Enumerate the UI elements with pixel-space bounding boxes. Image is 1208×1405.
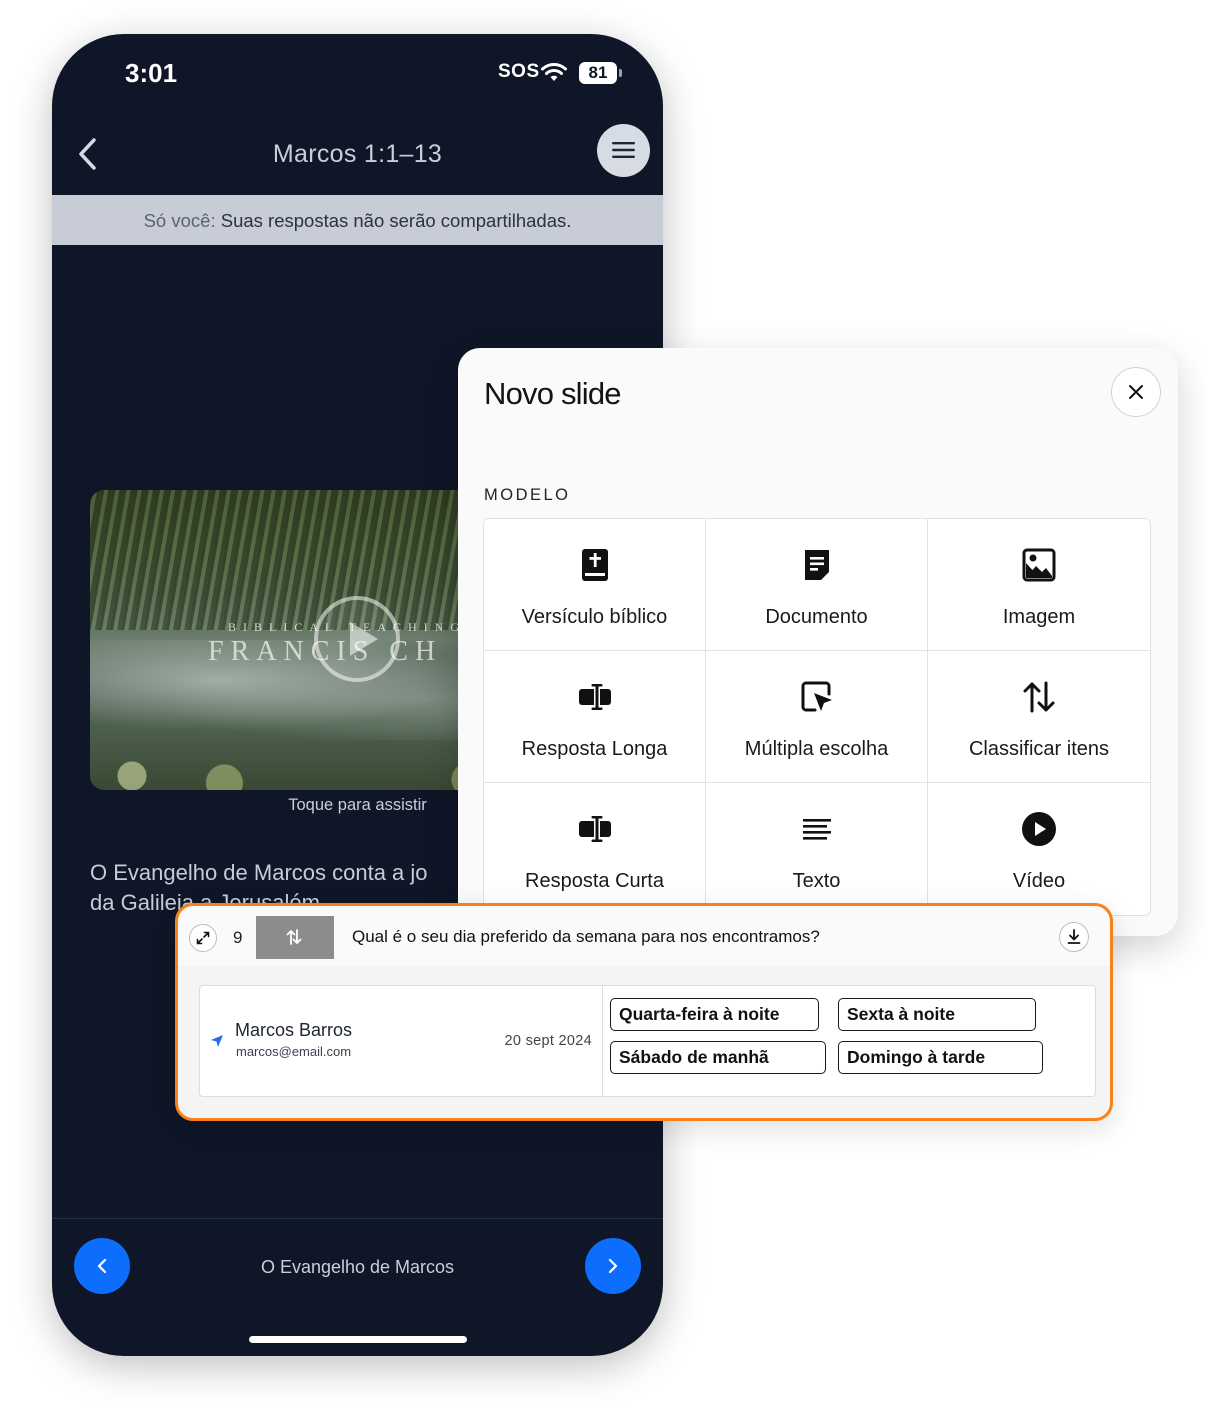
chevron-right-icon — [608, 1258, 618, 1274]
bible-icon — [581, 549, 608, 581]
template-label: Resposta Longa — [521, 738, 668, 760]
question-type-badge — [256, 916, 334, 959]
play-icon[interactable] — [314, 596, 400, 682]
response-row: Marcos Barros marcos@email.com 20 sept 2… — [199, 985, 1096, 1097]
align-left-icon — [802, 819, 831, 840]
thumbnail-plants — [90, 720, 510, 790]
body-text-line: O Evangelho de Marcos conta a jo — [90, 860, 428, 885]
privacy-label: Só você: — [143, 210, 216, 231]
template-label: Múltipla escolha — [744, 738, 889, 760]
status-bar: 3:01 SOS 81 — [52, 34, 663, 114]
home-indicator[interactable] — [249, 1336, 467, 1343]
expand-icon — [196, 931, 210, 945]
location-arrow-icon — [211, 1035, 223, 1047]
response-header: 9 Qual é o seu dia preferido da semana p… — [178, 906, 1110, 966]
template-label: Documento — [765, 606, 868, 628]
response-date: 20 sept 2024 — [504, 1033, 592, 1049]
template-label: Vídeo — [1012, 870, 1066, 892]
hamburger-menu-icon — [612, 142, 635, 158]
expand-button[interactable] — [189, 924, 217, 952]
wifi-icon — [541, 63, 567, 81]
thumbnail-grass — [90, 490, 510, 630]
sort-arrows-icon — [286, 929, 302, 945]
template-label: Versículo bíblico — [521, 606, 668, 628]
new-slide-modal: Novo slide MODELO Versículo bíblico Docu… — [458, 348, 1178, 936]
menu-button[interactable] — [597, 124, 650, 177]
battery-indicator: 81 — [579, 62, 622, 84]
modal-title: Novo slide — [484, 376, 622, 411]
privacy-text: Suas respostas não serão compartilhadas. — [220, 210, 572, 231]
text-input-icon — [578, 684, 611, 710]
template-long-answer[interactable]: Resposta Longa — [484, 651, 706, 783]
download-icon — [1067, 929, 1081, 944]
answer-chip: Domingo à tarde — [838, 1041, 1043, 1074]
template-image[interactable]: Imagem — [928, 519, 1150, 651]
response-card: 9 Qual é o seu dia preferido da semana p… — [175, 903, 1113, 1121]
bottom-nav-title: O Evangelho de Marcos — [260, 1257, 455, 1277]
answer-chip: Sexta à noite — [838, 998, 1036, 1031]
template-grid: Versículo bíblico Documento Imagem Respo… — [483, 518, 1151, 916]
template-label: Imagem — [1002, 606, 1076, 628]
template-sort-items[interactable]: Classificar itens — [928, 651, 1150, 783]
respondent-name: Marcos Barros — [235, 1020, 353, 1040]
play-circle-icon — [1022, 812, 1056, 846]
status-time: 3:01 — [125, 58, 178, 88]
template-label: Classificar itens — [968, 738, 1110, 760]
image-icon — [1022, 548, 1056, 582]
sos-indicator: SOS — [498, 61, 540, 82]
template-video[interactable]: Vídeo — [928, 783, 1150, 915]
question-text: Qual é o seu dia preferido da semana par… — [352, 927, 820, 946]
stage: 3:01 SOS 81 Marcos 1:1–13 Só você: Suas … — [0, 0, 1208, 1405]
respondent-email: marcos@email.com — [236, 1044, 352, 1059]
nav-bar: Marcos 1:1–13 — [52, 118, 663, 194]
template-short-answer[interactable]: Resposta Curta — [484, 783, 706, 915]
close-button[interactable] — [1111, 367, 1161, 417]
template-label: Resposta Curta — [525, 870, 664, 892]
answer-chip: Sábado de manhã — [610, 1041, 826, 1074]
template-bible-verse[interactable]: Versículo bíblico — [484, 519, 706, 651]
template-label: Texto — [792, 870, 841, 892]
download-button[interactable] — [1059, 922, 1089, 952]
page-title: Marcos 1:1–13 — [272, 140, 443, 168]
section-label: MODELO — [484, 486, 571, 504]
template-text[interactable]: Texto — [706, 783, 928, 915]
document-icon — [804, 550, 829, 580]
cursor-select-icon — [801, 681, 832, 712]
video-thumbnail[interactable]: BIBLICAL TEACHING FR FRANCIS CH — [90, 490, 510, 790]
question-number: 9 — [233, 928, 243, 947]
next-button[interactable] — [585, 1238, 641, 1294]
template-document[interactable]: Documento — [706, 519, 928, 651]
close-icon — [1129, 385, 1143, 399]
text-input-icon — [578, 816, 611, 842]
sort-arrows-icon — [1023, 681, 1055, 713]
answer-chip: Quarta-feira à noite — [610, 998, 819, 1031]
respondent-cell: Marcos Barros marcos@email.com 20 sept 2… — [200, 986, 603, 1096]
template-multiple-choice[interactable]: Múltipla escolha — [706, 651, 928, 783]
privacy-banner: Só você: Suas respostas não serão compar… — [52, 195, 663, 245]
